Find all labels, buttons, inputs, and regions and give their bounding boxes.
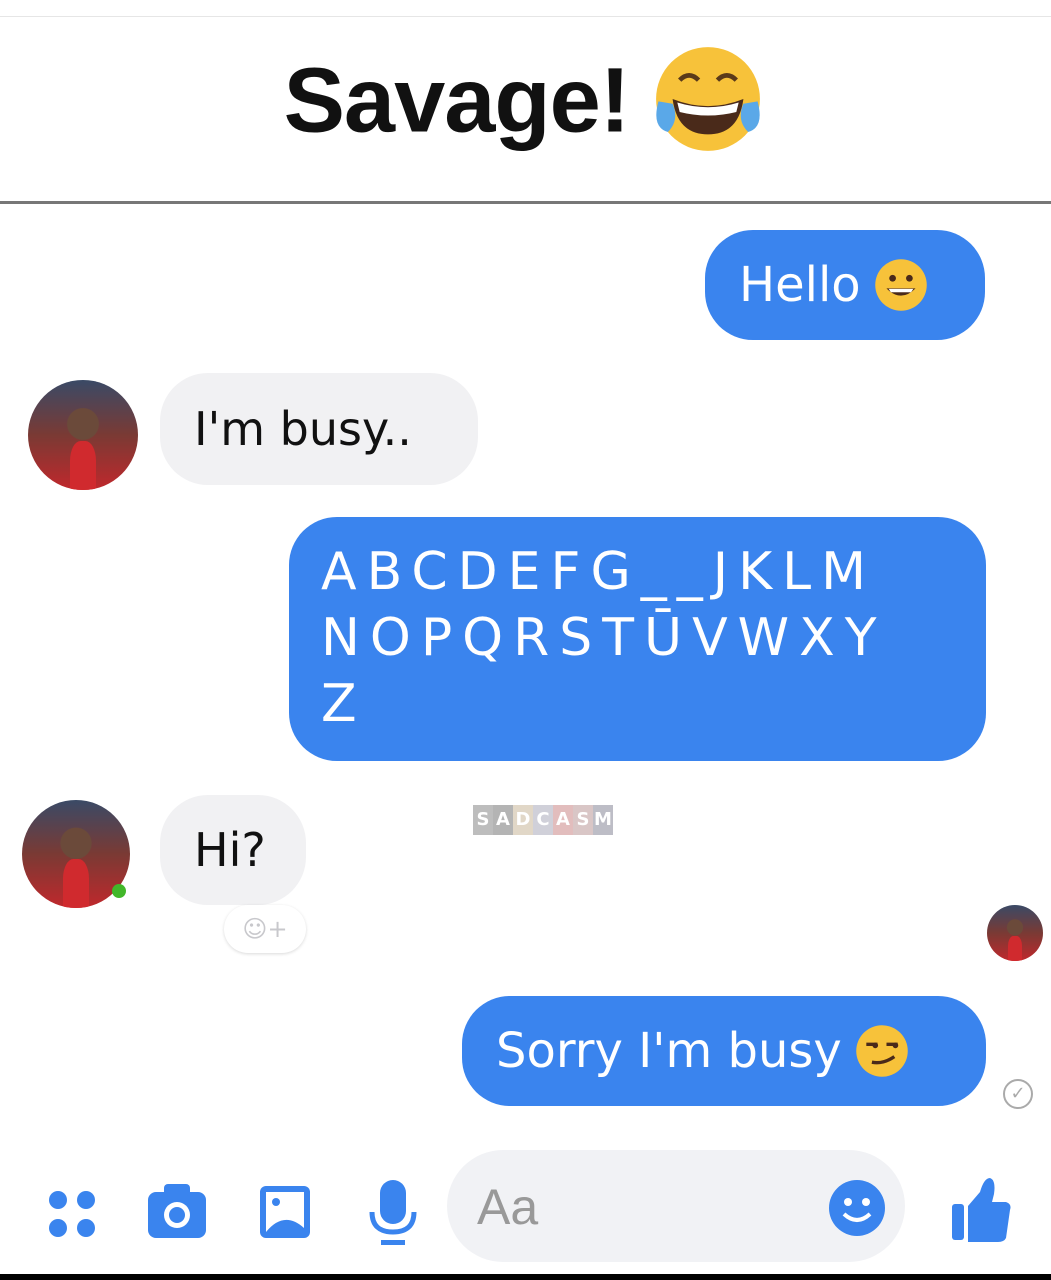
title-text: Savage!	[283, 49, 631, 152]
contact-avatar[interactable]	[28, 380, 138, 490]
bottom-border	[0, 1274, 1051, 1280]
seen-avatar	[987, 905, 1043, 961]
top-border	[0, 16, 1051, 17]
gallery-icon[interactable]	[258, 1184, 312, 1240]
message-input[interactable]: Aa	[447, 1150, 905, 1262]
more-apps-icon[interactable]	[46, 1188, 98, 1240]
emoji-picker-icon[interactable]	[827, 1178, 887, 1238]
microphone-icon[interactable]	[368, 1178, 418, 1248]
message-text: Hi?	[194, 823, 266, 877]
message-text: Sorry I'm busy	[496, 1023, 842, 1079]
page-title: Savage!	[0, 47, 1051, 166]
tears-of-joy-emoji-icon	[656, 47, 761, 151]
composer-bar: Aa	[0, 1150, 1051, 1274]
thumbs-up-icon[interactable]	[950, 1176, 1012, 1242]
smirking-emoji-icon	[856, 1025, 908, 1077]
message-outgoing[interactable]: Sorry I'm busy	[462, 996, 986, 1106]
message-incoming[interactable]: I'm busy..	[160, 373, 478, 485]
message-outgoing[interactable]: ABCDEFG__JKLM NOPQRSTŪVWXY Z	[289, 517, 986, 761]
add-reaction-button[interactable]: ☺+	[224, 905, 306, 953]
online-status-dot	[112, 884, 126, 898]
message-text: I'm busy..	[194, 402, 412, 456]
sent-check-icon: ✓	[1003, 1079, 1033, 1109]
header-divider	[0, 201, 1051, 204]
message-input-placeholder: Aa	[477, 1179, 539, 1235]
add-reaction-icon: ☺+	[242, 915, 288, 943]
message-text: Hello	[739, 257, 861, 313]
message-outgoing[interactable]: Hello	[705, 230, 985, 340]
camera-icon[interactable]	[146, 1180, 208, 1242]
grinning-emoji-icon	[874, 259, 927, 311]
message-incoming[interactable]: Hi?	[160, 795, 306, 905]
watermark-logo: SADCASM	[473, 805, 613, 835]
message-text: ABCDEFG__JKLM NOPQRSTŪVWXY Z	[321, 542, 887, 734]
